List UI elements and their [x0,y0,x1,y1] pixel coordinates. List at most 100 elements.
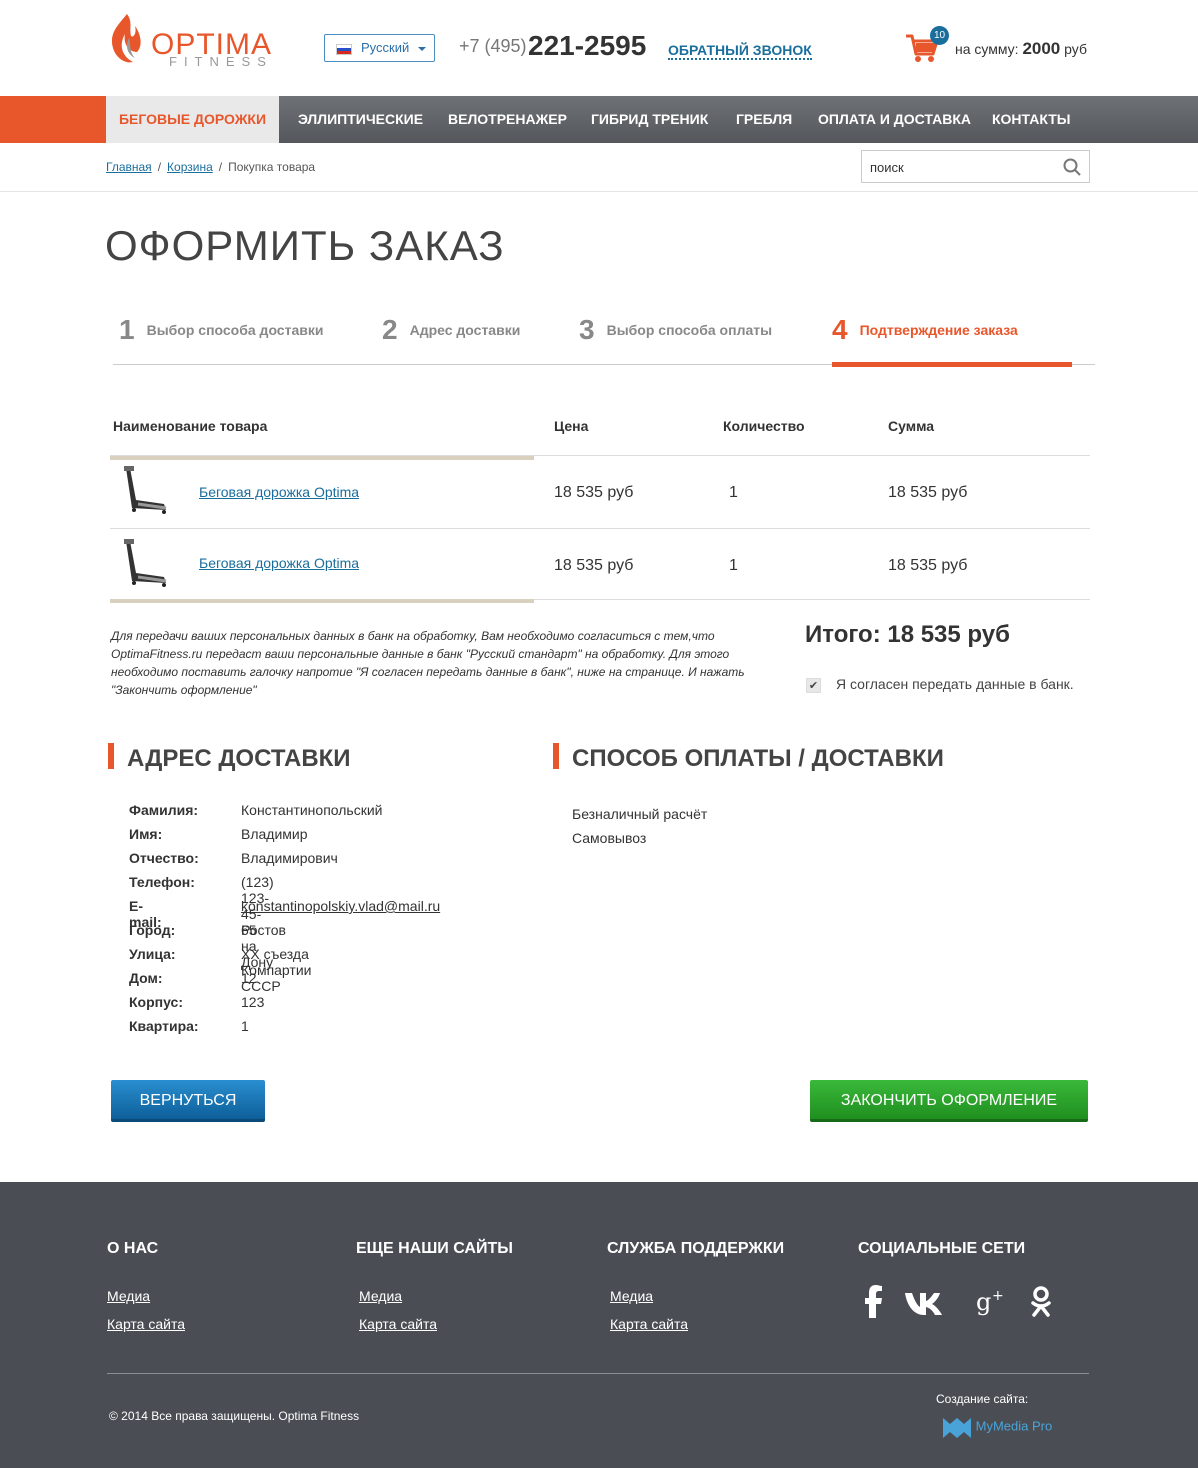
mymedia-logo-icon [943,1418,971,1438]
studio-logo[interactable]: MyMedia Pro [942,1415,1052,1439]
row-accent [110,599,534,603]
product-link[interactable]: Беговая дорожка Optima [199,484,359,500]
title-accent [108,743,114,769]
odnoklassniki-icon[interactable] [1023,1284,1059,1320]
product-sum: 18 535 руб [888,557,968,574]
table-row: Беговая дорожка Optima 18 535 руб 1 18 5… [110,456,1090,529]
footer-col-title: СОЦИАЛЬНЫЕ СЕТИ [858,1240,1026,1257]
treadmill-image[interactable] [120,464,170,516]
finish-order-button[interactable]: ЗАКОНЧИТЬ ОФОРМЛЕНИЕ [810,1080,1088,1122]
payment-title: СПОСОБ ОПЛАТЫ / ДОСТАВКИ [553,743,944,773]
row-accent [110,456,534,460]
vk-icon[interactable] [903,1284,949,1320]
nav-item-treadmills[interactable]: БЕГОВЫЕ ДОРОЖКИ [106,96,279,143]
made-by-label: Создание сайта: [936,1392,1029,1406]
agree-label[interactable]: Я согласен передать данные в банк. [836,676,1074,692]
breadcrumb-cart[interactable]: Корзина [167,160,213,174]
col-header-qty: Количество [723,418,805,434]
footer-link[interactable]: Карта сайта [610,1316,784,1332]
main-nav: БЕГОВЫЕ ДОРОЖКИ ЭЛЛИПТИЧЕСКИЕ ВЕЛОТРЕНАЖ… [0,96,1198,143]
nav-item-ellipticals[interactable]: ЭЛЛИПТИЧЕСКИЕ [298,96,423,143]
address-title-text: АДРЕС ДОСТАВКИ [127,745,351,772]
search-placeholder: поиск [870,160,904,175]
footer-link[interactable]: Медиа [107,1288,185,1304]
product-sum: 18 535 руб [888,484,968,501]
address-title: АДРЕС ДОСТАВКИ [108,743,351,773]
email-link[interactable]: konstantinopolskiy.vlad@mail.ru [241,898,440,914]
product-qty: 1 [729,484,738,501]
field-label: Город: [129,922,176,938]
cart-sum-label: на сумму: [955,41,1019,57]
cart-count-badge: 10 [930,26,949,45]
google-plus-icon[interactable]: g + [974,1284,1010,1320]
nav-item-rowing[interactable]: ГРЕБЛЯ [736,96,792,143]
callback-link[interactable]: ОБРАТНЫЙ ЗВОНОК [668,42,812,60]
nav-accent [0,96,106,143]
nav-item-hybrid[interactable]: ГИБРИД ТРЕНИК [591,96,708,143]
product-price: 18 535 руб [554,557,634,574]
language-select[interactable]: Русский [324,34,435,62]
step-number: 1 [119,314,135,345]
step-1[interactable]: 1 Выбор способа доставки [119,314,323,367]
field-label: Имя: [129,826,163,842]
field-label: Фамилия: [129,802,199,818]
treadmill-image[interactable] [120,537,170,589]
footer-col-about: О НАС Медиа Карта сайта [107,1240,185,1344]
back-button[interactable]: ВЕРНУТЬСЯ [111,1080,265,1122]
footer-link[interactable]: Карта сайта [359,1316,513,1332]
field-label: Квартира: [129,1018,199,1034]
field-value: Владимир [241,826,308,842]
title-accent [553,743,559,769]
flame-icon [111,14,141,63]
field-value: 1 [241,1018,249,1034]
copyright: © 2014 Все права защищены. Optima Fitnes… [109,1409,360,1423]
field-value: 123 [241,994,265,1010]
step-number: 4 [832,314,848,345]
step-number: 3 [579,314,595,345]
col-header-price: Цена [554,418,589,434]
product-price: 18 535 руб [554,484,634,501]
footer-link[interactable]: Медиа [359,1288,513,1304]
footer-link[interactable]: Карта сайта [107,1316,185,1332]
logo[interactable]: OPTIMA FITNESS [107,12,287,69]
col-header-sum: Сумма [888,418,935,434]
checkmark-icon: ✔ [808,680,819,692]
field-label: Корпус: [129,994,183,1010]
footer-col-title: ЕЩЕ НАШИ САЙТЫ [356,1240,513,1257]
footer-col-support: СЛУЖБА ПОДДЕРЖКИ Медиа Карта сайта [607,1240,784,1344]
step-label: Выбор способа доставки [146,322,324,338]
phone-number: 221-2595 [528,30,647,61]
step-3[interactable]: 3 Выбор способа оплаты [579,314,772,367]
nav-item-contacts[interactable]: КОНТАКТЫ [992,96,1070,143]
product-qty: 1 [729,557,738,574]
breadcrumb: Главная / Корзина / Покупка товара [106,160,315,174]
field-value: 12 [241,970,257,986]
step-4-active[interactable]: 4 Подтверждение заказа [832,314,1072,367]
agree-checkbox[interactable]: ✔ [806,678,821,693]
step-2[interactable]: 2 Адрес доставки [382,314,520,367]
russia-flag-icon [336,44,352,55]
payment-info: Безналичный расчёт Самовывоз [572,802,707,850]
search-icon[interactable] [1063,158,1081,176]
chevron-down-icon [418,47,426,55]
footer-link[interactable]: Медиа [610,1288,784,1304]
cart-summary: на сумму: 2000 руб [955,39,1087,59]
payment-title-text: СПОСОБ ОПЛАТЫ / ДОСТАВКИ [572,745,944,772]
footer-col-social: СОЦИАЛЬНЫЕ СЕТИ [858,1240,1025,1288]
breadcrumb-home[interactable]: Главная [106,160,152,174]
product-link[interactable]: Беговая дорожка Optima [199,555,359,571]
nav-item-bikes[interactable]: ВЕЛОТРЕНАЖЕР [448,96,567,143]
field-label: Телефон: [129,874,195,890]
col-header-name: Наименование товара [113,418,268,434]
search-input[interactable]: поиск [861,150,1090,183]
page-title: ОФОРМИТЬ ЗАКАЗ [105,222,505,269]
consent-note: Для передачи ваших персональных данных в… [111,629,745,697]
nav-item-payment-delivery[interactable]: ОПЛАТА И ДОСТАВКА [818,96,971,143]
logo-subtitle: FITNESS [169,54,273,69]
footer: О НАС Медиа Карта сайта ЕЩЕ НАШИ САЙТЫ М… [0,1182,1198,1468]
field-value: Константинопольский [241,802,383,818]
footer-col-title: О НАС [107,1240,159,1257]
breadcrumb-separator: / [218,160,223,174]
table-row: Беговая дорожка Optima 18 535 руб 1 18 5… [110,529,1090,603]
facebook-icon[interactable] [856,1284,892,1320]
